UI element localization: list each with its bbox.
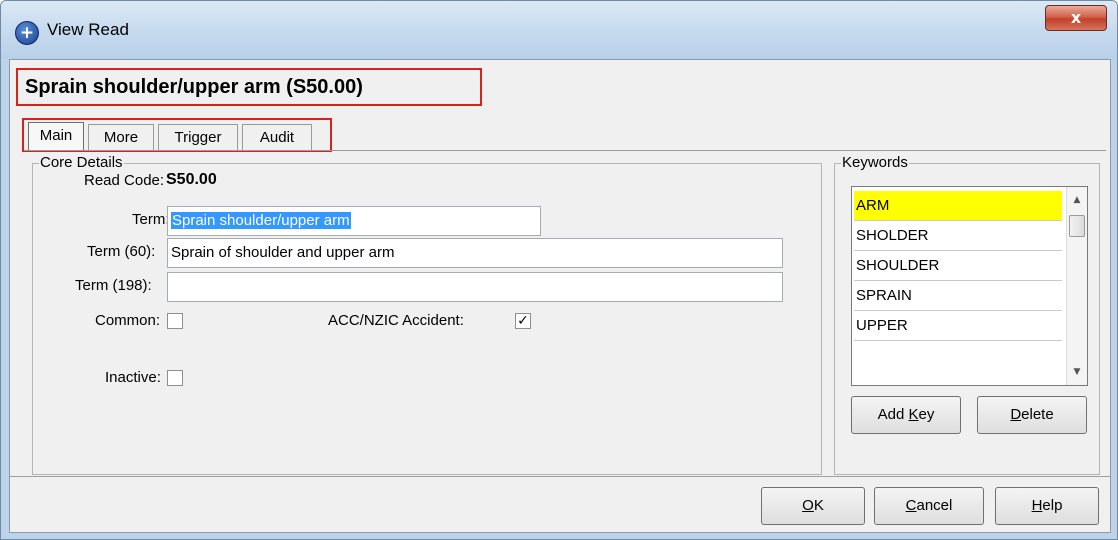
keywords-list[interactable]: ARM SHOLDER SHOULDER SPRAIN UPPER ▲ ▼: [851, 186, 1088, 386]
read-title: Sprain shoulder/upper arm (S50.00): [16, 68, 482, 106]
cancel-mnemonic: C: [905, 497, 917, 514]
acc-accident-label: ACC/NZIC Accident:: [328, 312, 464, 329]
delete-key-button[interactable]: Delete: [977, 396, 1087, 434]
scroll-thumb[interactable]: [1069, 215, 1085, 237]
add-key-mnemonic: K: [908, 406, 919, 423]
window-title: View Read: [47, 20, 129, 39]
tab-main[interactable]: Main: [28, 122, 84, 151]
term198-label: Term (198):: [75, 277, 152, 294]
delete-rest: elete: [1021, 406, 1054, 423]
ok-button[interactable]: OK: [761, 487, 865, 525]
keyword-item[interactable]: ARM: [854, 191, 1062, 221]
close-button[interactable]: x: [1045, 5, 1107, 31]
ok-mnemonic: O: [802, 497, 814, 514]
help-rest: elp: [1042, 497, 1063, 514]
keywords-group: Keywords ARM SHOLDER SHOULDER SPRAIN UPP…: [834, 154, 1100, 475]
ok-rest: K: [813, 497, 824, 514]
main-tab-panel: Core Details Read Code: S50.00 Term: Spr…: [24, 150, 1106, 477]
help-button[interactable]: Help: [995, 487, 1099, 525]
dialog-body: Sprain shoulder/upper arm (S50.00) Main …: [9, 59, 1111, 533]
term60-input[interactable]: Sprain of shoulder and upper arm: [167, 238, 783, 268]
inactive-label: Inactive:: [105, 369, 161, 386]
core-details-label: Core Details: [39, 154, 124, 171]
keyword-item[interactable]: SHOULDER: [854, 251, 1062, 281]
read-code-label: Read Code:: [84, 172, 165, 189]
scroll-down-arrow-icon[interactable]: ▼: [1067, 363, 1087, 381]
title-bar[interactable]: + View Read x: [1, 1, 1117, 59]
term198-input[interactable]: [167, 272, 783, 302]
keyword-item[interactable]: UPPER: [854, 311, 1062, 341]
add-key-button[interactable]: Add Key: [851, 396, 961, 434]
term60-label: Term (60):: [87, 243, 156, 260]
term-label: Term:: [132, 211, 170, 228]
inactive-checkbox[interactable]: [167, 370, 183, 386]
core-details-group: Core Details Read Code: S50.00 Term: Spr…: [32, 154, 822, 475]
common-label: Common:: [95, 312, 161, 329]
cancel-rest: ancel: [916, 497, 953, 514]
button-bar: OK Cancel Help: [10, 476, 1110, 533]
tab-more[interactable]: More: [88, 124, 154, 150]
add-key-prefix: Add: [877, 406, 909, 423]
delete-mnemonic: D: [1010, 406, 1022, 423]
tab-trigger[interactable]: Trigger: [158, 124, 238, 150]
scroll-up-arrow-icon[interactable]: ▲: [1067, 191, 1087, 209]
acc-accident-checkbox[interactable]: ✓: [515, 313, 531, 329]
keywords-label: Keywords: [841, 154, 909, 171]
app-cross-icon: +: [15, 21, 39, 45]
cancel-button[interactable]: Cancel: [874, 487, 984, 525]
tab-audit[interactable]: Audit: [242, 124, 312, 150]
keyword-item[interactable]: SPRAIN: [854, 281, 1062, 311]
term-value: Sprain shoulder/upper arm: [171, 212, 351, 229]
help-mnemonic: H: [1031, 497, 1043, 514]
add-key-rest: ey: [918, 406, 935, 423]
view-read-window: + View Read x Sprain shoulder/upper arm …: [0, 0, 1118, 540]
tab-strip: Main More Trigger Audit: [22, 118, 332, 152]
keywords-scrollbar[interactable]: ▲ ▼: [1066, 187, 1087, 385]
common-checkbox[interactable]: [167, 313, 183, 329]
keyword-item[interactable]: SHOLDER: [854, 221, 1062, 251]
read-code-value: S50.00: [166, 171, 217, 188]
term-input[interactable]: Sprain shoulder/upper arm: [167, 206, 541, 236]
